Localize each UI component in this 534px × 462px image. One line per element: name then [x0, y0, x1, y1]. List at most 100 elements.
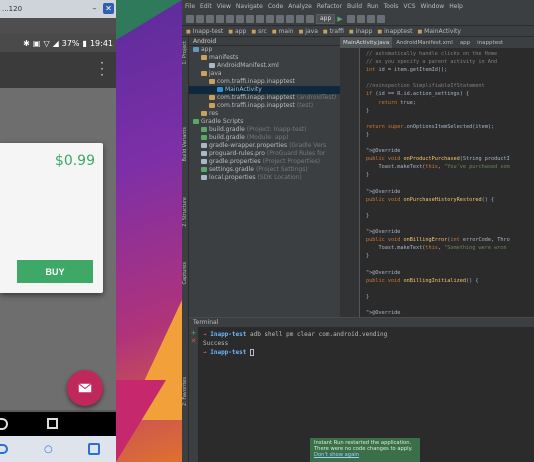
dont-show-again-link[interactable]: Don't show again — [314, 452, 416, 458]
tree-node[interactable]: local.properties (SDK Location) — [189, 174, 340, 182]
back-icon[interactable] — [0, 444, 8, 454]
stop-icon[interactable] — [357, 14, 366, 23]
breadcrumb-item[interactable]: src — [251, 28, 267, 35]
sdk-manager-icon[interactable] — [377, 14, 386, 23]
undo-icon[interactable] — [216, 14, 224, 23]
editor-tab[interactable]: inapptest — [474, 37, 507, 48]
tree-node-label: gradle.properties — [209, 158, 261, 165]
breadcrumb-item[interactable]: traffi — [323, 28, 344, 35]
tree-node[interactable]: gradle.properties (Project Properties) — [189, 158, 340, 166]
breadcrumb-item[interactable]: app — [228, 28, 246, 35]
tree-node[interactable]: manifests — [189, 54, 340, 62]
back-icon[interactable] — [286, 14, 294, 23]
debug-icon[interactable] — [347, 14, 356, 23]
emulator-controls: ○ — [0, 436, 116, 462]
minimize-icon[interactable]: – — [89, 3, 100, 14]
tree-node[interactable]: com.traffi.inapp.inapptest — [189, 78, 340, 86]
mail-icon — [78, 383, 92, 393]
instant-run-notification: Instant Run restarted the application. T… — [310, 438, 420, 462]
tree-node-label: manifests — [209, 54, 239, 61]
replace-icon[interactable] — [276, 14, 284, 23]
tree-node[interactable]: Gradle Scripts — [189, 118, 340, 126]
recents-icon[interactable] — [47, 418, 58, 429]
breadcrumb-item[interactable]: java — [299, 28, 318, 35]
tool-tab-structure[interactable]: 2: Structure — [182, 197, 189, 227]
project-tree: app manifests AndroidManifest.xml java com.t… — [189, 46, 340, 182]
menu-item-navigate[interactable]: Navigate — [236, 3, 263, 10]
tree-node[interactable]: proguard-rules.pro (ProGuard Rules for — [189, 150, 340, 158]
menu-item-edit[interactable]: Edit — [200, 3, 212, 10]
save-icon[interactable] — [196, 14, 204, 23]
menu-item-tools[interactable]: Tools — [384, 3, 399, 10]
tool-tab-build-variants[interactable]: Build Variants — [182, 127, 189, 161]
tree-node[interactable]: com.traffi.inapp.inapptest (test) — [189, 102, 340, 110]
menu-item-analyze[interactable]: Analyze — [288, 3, 312, 10]
breadcrumb-item[interactable]: inapp — [349, 28, 373, 35]
tool-tab-captures[interactable]: Captures — [182, 262, 189, 285]
code-editor[interactable]: MainActivity.java AndroidManifest.xml app i… — [340, 37, 534, 317]
project-panel: Android app manifests AndroidManifest.xml j… — [189, 37, 340, 317]
tree-node[interactable]: build.gradle (Module: app) — [189, 134, 340, 142]
tool-tab-favorites[interactable]: 2: Favorites — [182, 377, 189, 406]
code-area[interactable]: // automatically handle clicks on the Ho… — [366, 50, 510, 317]
menu-item-refactor[interactable]: Refactor — [317, 3, 342, 10]
menu-item-view[interactable]: View — [217, 3, 231, 10]
tree-node[interactable]: AndroidManifest.xml — [189, 62, 340, 70]
menu-item-help[interactable]: Help — [449, 3, 463, 10]
run-icon[interactable]: ▶ — [337, 15, 345, 23]
menu-item-file[interactable]: File — [185, 3, 195, 10]
email-fab[interactable] — [67, 370, 103, 406]
overflow-menu-icon[interactable]: · · · — [100, 57, 104, 81]
overview-icon[interactable] — [88, 443, 100, 455]
menu-item-build[interactable]: Build — [347, 3, 362, 10]
cut-icon[interactable] — [236, 14, 244, 23]
breadcrumb-item[interactable]: MainActivity — [417, 28, 461, 35]
breadcrumb: Inapp-test appsrcmain java traffi inapp inapp… — [182, 26, 534, 37]
run-config-select[interactable]: app — [316, 13, 336, 24]
editor-tab[interactable]: app — [456, 37, 474, 48]
menu-item-window[interactable]: Window — [421, 3, 445, 10]
redo-icon[interactable] — [226, 14, 234, 23]
tree-node[interactable]: res — [189, 110, 340, 118]
tree-node[interactable]: app — [189, 46, 340, 54]
code-line: ">@Override — [366, 188, 401, 195]
terminal-output[interactable]: → Inapp-test adb shell pm clear com.andr… — [203, 330, 387, 357]
copy-icon[interactable] — [246, 14, 254, 23]
editor-tab[interactable]: MainActivity.java — [340, 37, 393, 48]
sync-icon[interactable] — [206, 14, 214, 23]
editor-gutter — [340, 48, 360, 317]
tool-tab-project[interactable]: 1: Project — [182, 41, 189, 65]
tree-node[interactable]: gradle-wrapper.properties (Gradle Vers — [189, 142, 340, 150]
tree-node[interactable]: build.gradle (Project: Inapp-test) — [189, 126, 340, 134]
find-icon[interactable] — [266, 14, 274, 23]
tree-node[interactable]: MainActivity — [189, 86, 340, 94]
tree-node[interactable]: com.traffi.inapp.inapptest (androidTest) — [189, 94, 340, 102]
forward-icon[interactable] — [296, 14, 304, 23]
tree-node-label: local.properties — [209, 174, 256, 181]
open-icon[interactable] — [186, 14, 194, 23]
battery-icon: ▮ — [82, 38, 87, 48]
close-icon[interactable]: ✕ — [103, 3, 114, 14]
menu-item-run[interactable]: Run — [367, 3, 379, 10]
breadcrumb-item[interactable]: inapptest — [377, 28, 412, 35]
emulator-title-bar: ...120 – ✕ — [0, 0, 116, 18]
new-session-icon[interactable]: + — [189, 329, 198, 337]
menu-item-vcs[interactable]: VCS — [403, 3, 415, 10]
menu-item-code[interactable]: Code — [268, 3, 283, 10]
back-icon[interactable] — [0, 418, 8, 430]
tree-node[interactable]: java — [189, 70, 340, 78]
main-toolbar: app ▶ — [182, 12, 534, 26]
project-view-select[interactable]: Android — [189, 37, 340, 46]
close-session-icon[interactable]: ✕ — [189, 337, 198, 345]
breadcrumb-item[interactable]: main — [272, 28, 294, 35]
make-icon[interactable] — [306, 14, 314, 23]
tree-node-note: (test) — [296, 102, 314, 109]
tree-node[interactable]: settings.gradle (Project Settings) — [189, 166, 340, 174]
editor-tab[interactable]: AndroidManifest.xml — [393, 37, 456, 48]
home-icon[interactable]: ○ — [44, 444, 53, 455]
buy-button[interactable]: BUY — [17, 260, 93, 283]
paste-icon[interactable] — [256, 14, 264, 23]
avd-manager-icon[interactable] — [367, 14, 376, 23]
breadcrumb-item[interactable]: Inapp-test — [186, 28, 224, 35]
